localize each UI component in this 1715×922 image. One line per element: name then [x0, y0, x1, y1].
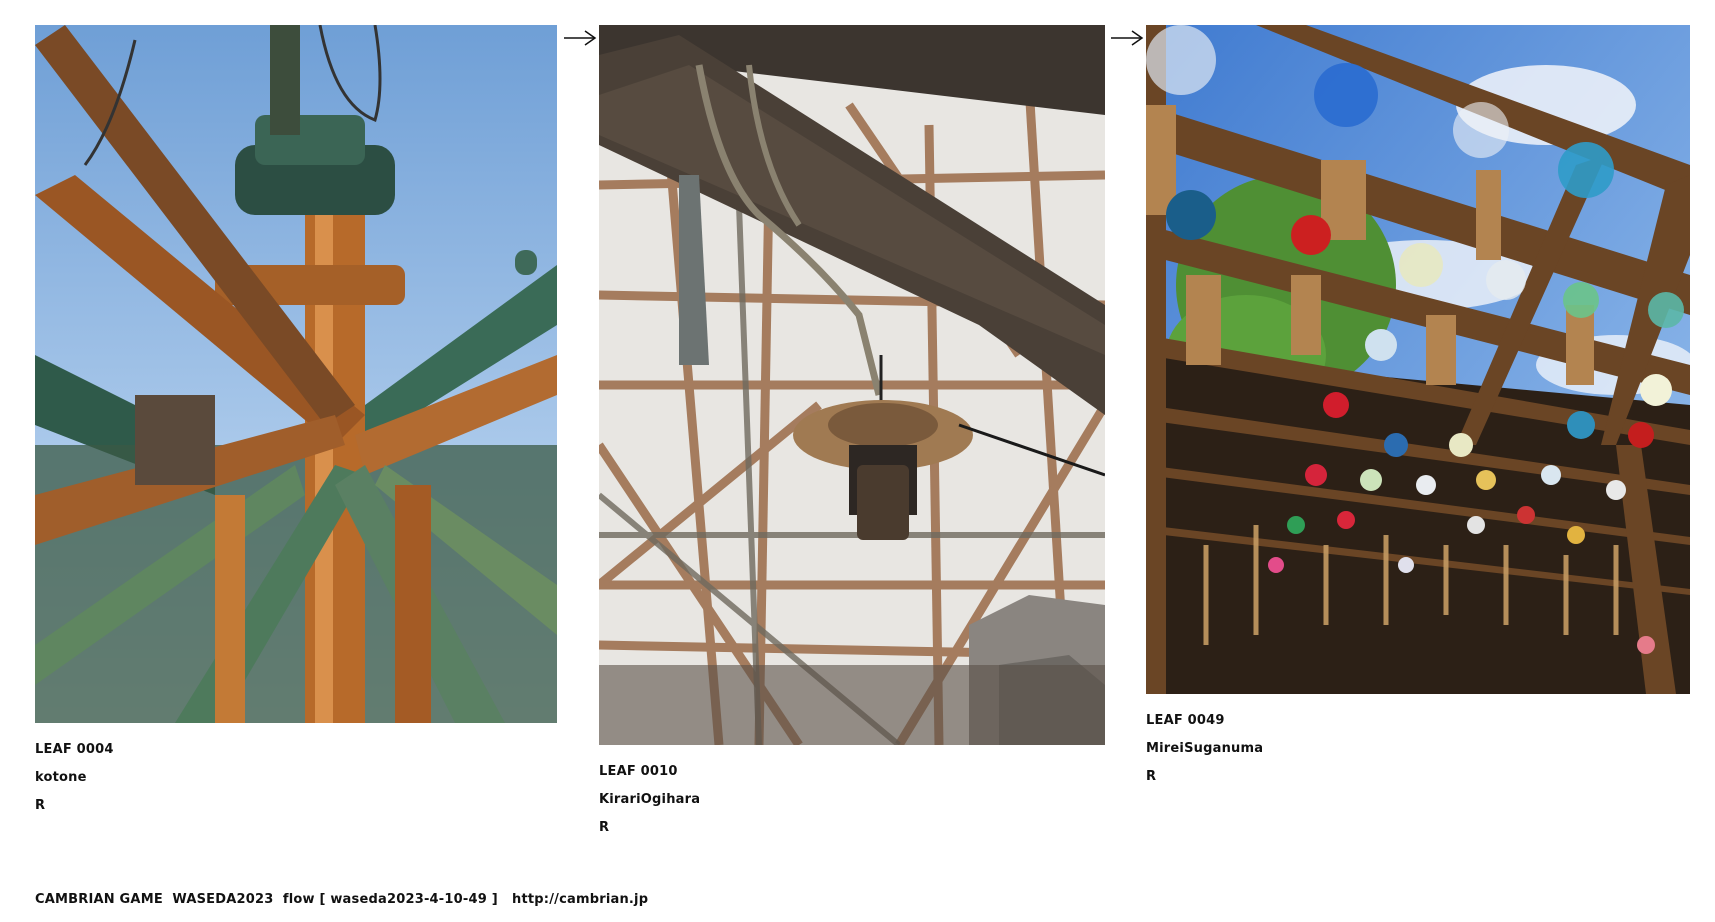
leaf-id-label: LEAF 0049: [1146, 713, 1225, 728]
leaf-caption: LEAF 0049 MireiSuganuma R: [1146, 707, 1690, 791]
leaf-photo-wind-chimes[interactable]: [1146, 25, 1690, 694]
leaf-mark: R: [35, 798, 46, 813]
leaf-caption: LEAF 0010 KirariOgihara R: [599, 758, 1105, 842]
wind-chimes-image: [1146, 25, 1690, 694]
arrow-right-icon: [1111, 30, 1144, 46]
leaf-id-label: LEAF 0004: [35, 742, 114, 757]
leaf-mark: R: [599, 820, 610, 835]
leaf-author[interactable]: KirariOgihara: [599, 786, 1105, 814]
leaf-photo-steel-tower[interactable]: [35, 25, 557, 723]
leaf-caption: LEAF 0004 kotone R: [35, 736, 557, 820]
footer-credit[interactable]: CAMBRIAN GAME WASEDA2023 flow [ waseda20…: [35, 892, 648, 907]
leaf-author[interactable]: MireiSuganuma: [1146, 735, 1690, 763]
leaf-mark: R: [1146, 769, 1157, 784]
lantern-beam-image: [599, 25, 1105, 745]
leaf-photo-lantern[interactable]: [599, 25, 1105, 745]
leaf-id-label: LEAF 0010: [599, 764, 678, 779]
leaf-card-2[interactable]: LEAF 0010 KirariOgihara R: [599, 25, 1105, 842]
leaf-card-3[interactable]: LEAF 0049 MireiSuganuma R: [1146, 25, 1690, 791]
leaf-card-1[interactable]: LEAF 0004 kotone R: [35, 25, 557, 820]
steel-tower-image: [35, 25, 557, 723]
arrow-right-icon: [564, 30, 597, 46]
leaf-author[interactable]: kotone: [35, 764, 557, 792]
